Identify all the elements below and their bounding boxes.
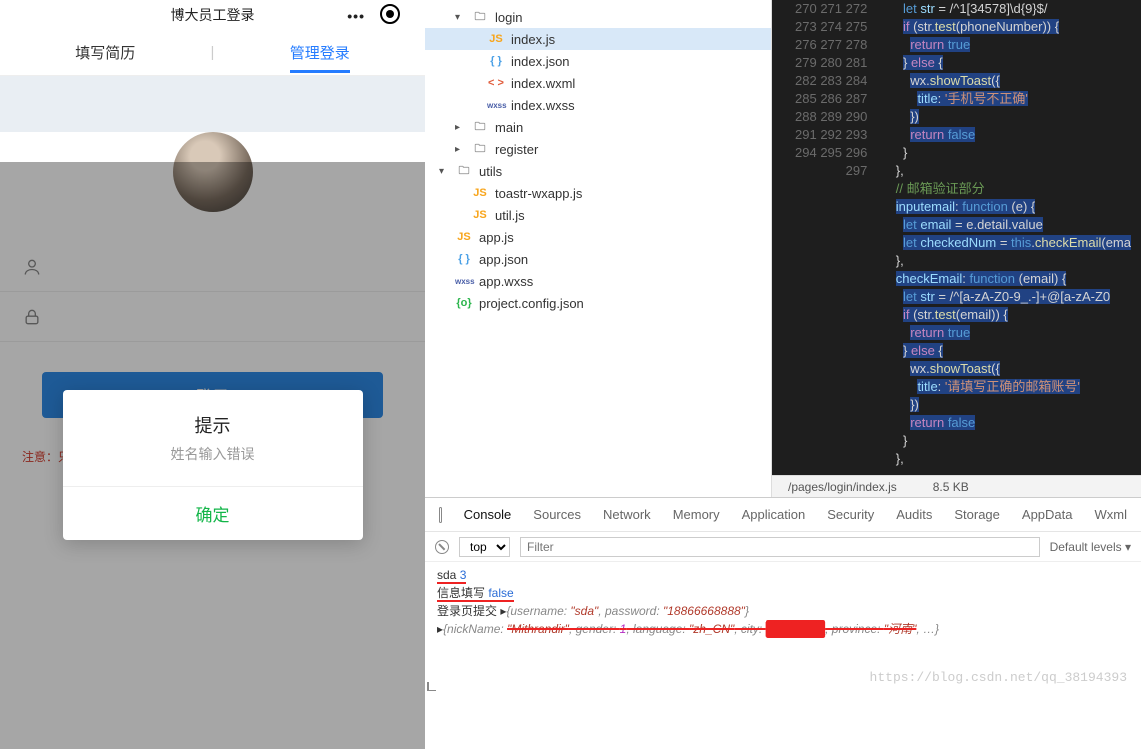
- tree-item-toastr-wxapp-js[interactable]: JS toastr-wxapp.js: [425, 182, 771, 204]
- phone-tabs: 填写简历 | 管理登录: [0, 30, 425, 76]
- devtools-tab-storage[interactable]: Storage: [954, 507, 1000, 522]
- file-explorer[interactable]: ▾ 🗀 login JS index.js { } index.json < > index.w…: [425, 0, 772, 497]
- tree-item-label: app.js: [479, 230, 514, 245]
- console-line: 信息填写 false: [437, 584, 1129, 602]
- devtools-tab-audits[interactable]: Audits: [896, 507, 932, 522]
- target-icon[interactable]: [380, 4, 400, 24]
- inspect-icon[interactable]: [439, 507, 442, 523]
- wxss-icon: wxss: [487, 101, 505, 110]
- log-levels[interactable]: Default levels ▾: [1050, 540, 1131, 554]
- json-icon: { }: [487, 55, 505, 67]
- dialog-message: 姓名输入错误: [63, 444, 363, 486]
- devtools-tabs: Console Sources Network Memory Application Se…: [425, 498, 1141, 532]
- file-path: /pages/login/index.js: [788, 480, 897, 494]
- console-line: 登录页提交 ▸{username: "sda", password: "1886…: [437, 602, 1129, 620]
- folder-icon: 🗀: [471, 8, 489, 27]
- folder-icon: 🗀: [471, 140, 489, 159]
- editor-statusbar: /pages/login/index.js 8.5 KB: [772, 475, 1141, 497]
- tree-item-label: index.js: [511, 32, 555, 47]
- tree-item-index-wxml[interactable]: < > index.wxml: [425, 72, 771, 94]
- code-editor: 270 271 272 273 274 275 276 277 278 279 …: [772, 0, 1141, 497]
- tree-item-app-wxss[interactable]: wxss app.wxss: [425, 270, 771, 292]
- js-icon: JS: [455, 231, 473, 243]
- tree-item-label: utils: [479, 164, 502, 179]
- devtools-tab-wxml[interactable]: Wxml: [1095, 507, 1128, 522]
- js-icon: JS: [471, 209, 489, 221]
- tree-item-label: app.wxss: [479, 274, 533, 289]
- tree-item-label: login: [495, 10, 522, 25]
- tree-item-label: main: [495, 120, 523, 135]
- tree-item-login[interactable]: ▾ 🗀 login: [425, 6, 771, 28]
- phone-simulator: 博大员工登录 ••• 填写简历 | 管理登录 登录 注意：只有在职人员方可登录 …: [0, 0, 425, 693]
- tree-item-index-json[interactable]: { } index.json: [425, 50, 771, 72]
- tab-fill-resume[interactable]: 填写简历: [0, 42, 211, 63]
- wxml-icon: < >: [487, 77, 505, 89]
- chevron-icon: ▾: [455, 12, 465, 23]
- line-gutter: 270 271 272 273 274 275 276 277 278 279 …: [772, 0, 881, 475]
- devtools-tab-console[interactable]: Console: [464, 507, 512, 522]
- code-body[interactable]: let str = /^1[34578]\d{9}$/ if (str.test…: [881, 0, 1141, 475]
- context-select[interactable]: top: [459, 537, 510, 557]
- devtools-tab-memory[interactable]: Memory: [673, 507, 720, 522]
- json-icon: { }: [455, 253, 473, 265]
- chevron-icon: ▾: [439, 166, 449, 177]
- tab-admin-login[interactable]: 管理登录: [214, 42, 425, 63]
- phone-navbar: 博大员工登录 •••: [0, 0, 425, 30]
- tree-item-app-json[interactable]: { } app.json: [425, 248, 771, 270]
- console-toolbar: top Default levels ▾: [425, 532, 1141, 562]
- tree-item-label: util.js: [495, 208, 525, 223]
- js-icon: JS: [471, 187, 489, 199]
- tree-item-index-js[interactable]: JS index.js: [425, 28, 771, 50]
- clear-console-icon[interactable]: [435, 540, 449, 554]
- tree-item-label: index.wxss: [511, 98, 575, 113]
- tree-item-utils[interactable]: ▾ 🗀 utils: [425, 160, 771, 182]
- filter-input[interactable]: [520, 537, 1040, 557]
- folder-icon: 🗀: [471, 118, 489, 137]
- watermark: https://blog.csdn.net/qq_38194393: [870, 670, 1127, 685]
- devtools-tab-appdata[interactable]: AppData: [1022, 507, 1073, 522]
- phone-body: 登录 注意：只有在职人员方可登录 提示 姓名输入错误 确定: [0, 132, 425, 749]
- chevron-icon: ▸: [455, 122, 465, 133]
- tree-item-label: project.config.json: [479, 296, 584, 311]
- folder-icon: 🗀: [455, 162, 473, 181]
- tree-item-util-js[interactable]: JS util.js: [425, 204, 771, 226]
- chevron-icon: ▸: [455, 144, 465, 155]
- tree-item-label: app.json: [479, 252, 528, 267]
- console-line: ▸{nickName: "Mithrandir", gender: 1, lan…: [437, 620, 1129, 638]
- devtools-tab-network[interactable]: Network: [603, 507, 651, 522]
- code-area[interactable]: 270 271 272 273 274 275 276 277 278 279 …: [772, 0, 1141, 475]
- resize-corner-icon[interactable]: [425, 679, 439, 693]
- dialog-title: 提示: [63, 390, 363, 444]
- devtools-panel: Console Sources Network Memory Application Se…: [425, 497, 1141, 693]
- more-icon[interactable]: •••: [347, 8, 365, 24]
- tree-item-label: toastr-wxapp.js: [495, 186, 582, 201]
- tree-item-main[interactable]: ▸ 🗀 main: [425, 116, 771, 138]
- cfg-icon: {o}: [455, 297, 473, 309]
- js-icon: JS: [487, 33, 505, 45]
- tree-item-label: register: [495, 142, 538, 157]
- tree-item-project-config-json[interactable]: {o} project.config.json: [425, 292, 771, 314]
- devtools-tab-sources[interactable]: Sources: [533, 507, 581, 522]
- tree-item-register[interactable]: ▸ 🗀 register: [425, 138, 771, 160]
- file-size: 8.5 KB: [933, 480, 969, 494]
- console-line: sda 3: [437, 566, 1129, 584]
- tree-item-label: index.wxml: [511, 76, 575, 91]
- tree-item-label: index.json: [511, 54, 570, 69]
- tree-item-app-js[interactable]: JS app.js: [425, 226, 771, 248]
- devtools-tab-application[interactable]: Application: [742, 507, 806, 522]
- wxss-icon: wxss: [455, 277, 473, 286]
- dialog-ok-button[interactable]: 确定: [63, 486, 363, 540]
- page-title: 博大员工登录: [171, 5, 255, 25]
- alert-dialog: 提示 姓名输入错误 确定: [63, 390, 363, 540]
- devtools-tab-security[interactable]: Security: [827, 507, 874, 522]
- tree-item-index-wxss[interactable]: wxss index.wxss: [425, 94, 771, 116]
